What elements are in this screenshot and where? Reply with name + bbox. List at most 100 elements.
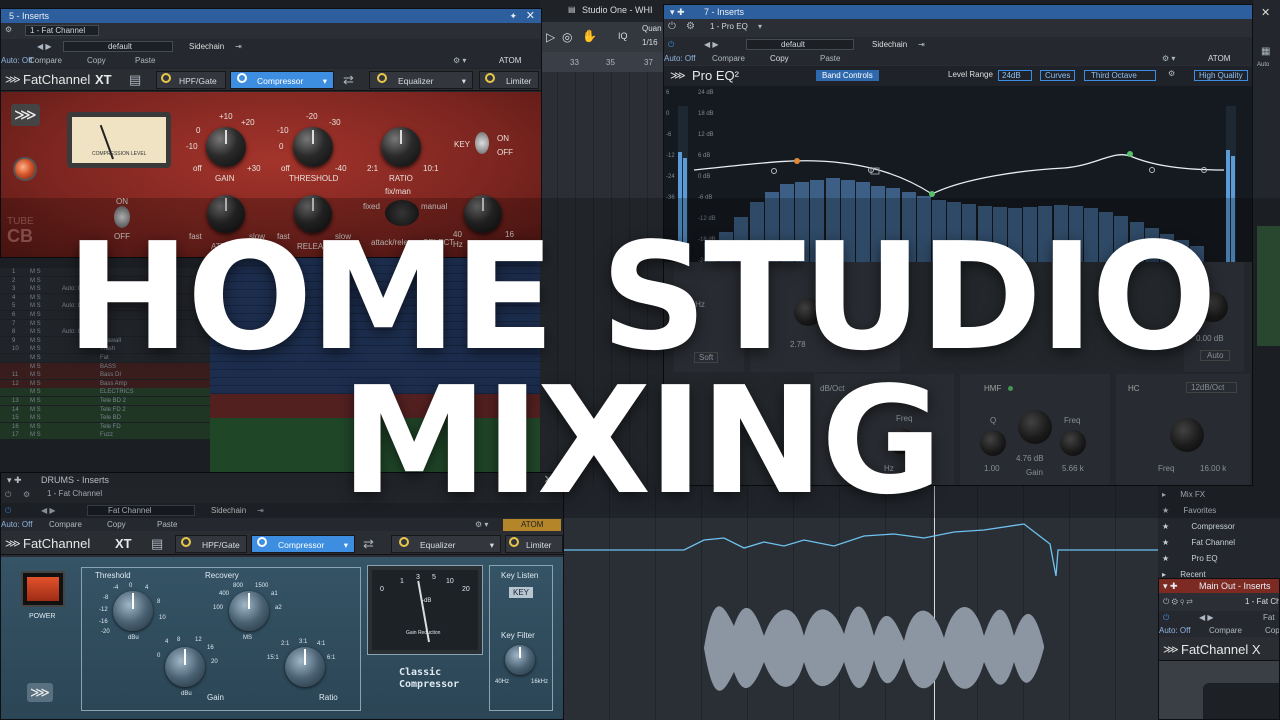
copy-button[interactable]: Copy [107, 519, 126, 531]
power-icon[interactable] [161, 73, 171, 83]
auto-button[interactable]: Auto: Off [664, 53, 695, 65]
thr-scale: 10 [159, 615, 166, 621]
paste-button[interactable]: Paste [157, 519, 177, 531]
power-blue-icon[interactable]: ⏻ [668, 38, 674, 52]
band-handle[interactable] [929, 191, 935, 197]
prev-preset-icon[interactable]: ◀ ▶ [704, 38, 719, 52]
copy-button[interactable]: Cop [1265, 625, 1279, 637]
pin-icon[interactable]: ✦ [509, 9, 517, 23]
power-icon[interactable] [237, 73, 247, 83]
sidechain-button[interactable]: Sidechain [189, 40, 224, 54]
power-icon[interactable] [509, 537, 519, 547]
gain-scale: +20 [241, 118, 255, 127]
preset-dropdown[interactable]: default [746, 39, 854, 50]
preset-dropdown[interactable]: Fat [1263, 611, 1275, 625]
routing-icon[interactable]: ⚙ [686, 20, 695, 34]
chevron-down-icon[interactable]: ▾ [490, 536, 494, 554]
preset-dropdown[interactable]: default [63, 41, 173, 52]
power-icon[interactable]: ⏻ ⚙ ⚲ ⇄ [1163, 595, 1193, 609]
grid-icon[interactable]: ▦ [1261, 46, 1270, 57]
swap-icon[interactable]: ⇄ [343, 72, 354, 88]
iq-button[interactable]: IQ [618, 31, 628, 41]
band-handle[interactable] [794, 158, 800, 164]
power-blue-icon[interactable]: ⏻ [1163, 611, 1169, 625]
swap-icon[interactable]: ⇄ [363, 536, 374, 552]
auto-button[interactable]: Auto: Off [1159, 625, 1190, 637]
paste-button[interactable]: Paste [820, 53, 840, 65]
key-toggle[interactable] [475, 132, 489, 154]
compare-button[interactable]: Compare [1209, 625, 1242, 637]
browser-item[interactable]: ★ Compressor [1162, 520, 1280, 534]
chevron-down-icon[interactable]: ▾ [344, 536, 348, 554]
high-quality-button[interactable]: High Quality [1194, 70, 1248, 81]
gain-label: Gain [207, 693, 224, 702]
curves-button[interactable]: Curves [1040, 70, 1076, 81]
threshold-knob[interactable] [293, 127, 333, 167]
hand-tool-icon[interactable]: ✋ [582, 29, 597, 43]
threshold-knob[interactable] [113, 591, 153, 631]
level-range-dropdown[interactable]: 24dB [998, 70, 1032, 81]
auto-button[interactable]: Auto: Off [1, 55, 32, 67]
quantize-label: Quan [642, 24, 662, 33]
power-icon[interactable] [257, 537, 267, 547]
gear-icon[interactable]: ⚙ [1168, 69, 1175, 78]
quantize-value[interactable]: 1/16 [642, 38, 658, 47]
compare-button[interactable]: Compare [49, 519, 82, 531]
power-icon[interactable] [181, 537, 191, 547]
browser-item[interactable]: ★ Pro EQ [1162, 552, 1280, 566]
chevron-down-icon[interactable]: ▾ [758, 20, 762, 34]
routing-icon[interactable]: ⚙ [5, 23, 12, 37]
band-handle[interactable] [1149, 167, 1155, 173]
sidechain-button[interactable]: Sidechain [872, 38, 907, 52]
menu-grid-icon[interactable]: ▤ [151, 536, 163, 552]
zoom-tool-icon[interactable]: ◎ [562, 30, 572, 44]
settings-icon[interactable]: ⚙ ▾ [453, 55, 466, 67]
band-handle[interactable] [771, 168, 777, 174]
menu-grid-icon[interactable]: ▤ [129, 72, 141, 88]
browser-item[interactable]: ★ Fat Channel [1162, 536, 1280, 550]
menu-icon[interactable]: ▾ ✚ [1163, 579, 1178, 593]
thr-scale: -20 [101, 629, 110, 635]
menu-icon[interactable]: ▤ [568, 5, 576, 14]
band-controls-button[interactable]: Band Controls [816, 70, 879, 81]
menu-icon[interactable]: ▾ ✚ [670, 5, 685, 19]
tab-compressor[interactable]: Compressor ▾ [251, 535, 355, 553]
chevron-down-icon[interactable]: ▾ [323, 72, 327, 90]
insert-slot-dropdown[interactable]: 1 - Fat Ch [1245, 595, 1279, 609]
power-icon[interactable] [485, 73, 495, 83]
ratio-mode-label: fix/man [385, 187, 411, 196]
band-handle[interactable] [1127, 151, 1133, 157]
recovery-knob[interactable] [229, 591, 269, 631]
prev-preset-icon[interactable]: ◀ ▶ [1199, 611, 1214, 625]
key-filter-knob[interactable] [505, 645, 535, 675]
close-icon[interactable]: ✕ [1261, 6, 1270, 19]
gain-knob[interactable] [206, 127, 246, 167]
copy-button[interactable]: Copy [87, 55, 106, 67]
power-icon[interactable] [399, 537, 409, 547]
ratio-knob[interactable] [285, 647, 325, 687]
settings-icon[interactable]: ⚙ ▾ [1162, 53, 1175, 65]
rec-scale: a1 [271, 591, 278, 597]
arrow-tool-icon[interactable]: ▷ [546, 30, 555, 44]
key-button[interactable]: KEY [509, 587, 534, 598]
power-button[interactable] [21, 571, 65, 607]
sidechain-icon[interactable]: ⇥ [235, 40, 242, 54]
tab-label: Limiter [526, 540, 552, 550]
ratio-knob[interactable] [381, 127, 421, 167]
compare-button[interactable]: Compare [712, 53, 745, 65]
third-octave-dropdown[interactable]: Third Octave [1084, 70, 1156, 81]
power-icon[interactable] [377, 73, 387, 83]
auto-button[interactable]: Auto: Off [1, 519, 32, 531]
chevron-down-icon[interactable]: ▾ [462, 72, 466, 90]
power-lamp[interactable] [13, 157, 37, 181]
arranger-ruler[interactable]: 33 35 37 [540, 52, 670, 72]
copy-button[interactable]: Copy [770, 53, 789, 65]
close-icon[interactable]: ✕ [526, 9, 535, 23]
power-icon[interactable]: ⏻ [668, 20, 676, 34]
paste-button[interactable]: Paste [135, 55, 155, 67]
prev-preset-icon[interactable]: ◀ ▶ [37, 40, 52, 54]
sidechain-icon[interactable]: ⇥ [918, 38, 925, 52]
compare-button[interactable]: Compare [29, 55, 62, 67]
gain-knob[interactable] [165, 647, 205, 687]
insert-slot-dropdown[interactable]: 1 - Fat Channel [25, 25, 99, 36]
